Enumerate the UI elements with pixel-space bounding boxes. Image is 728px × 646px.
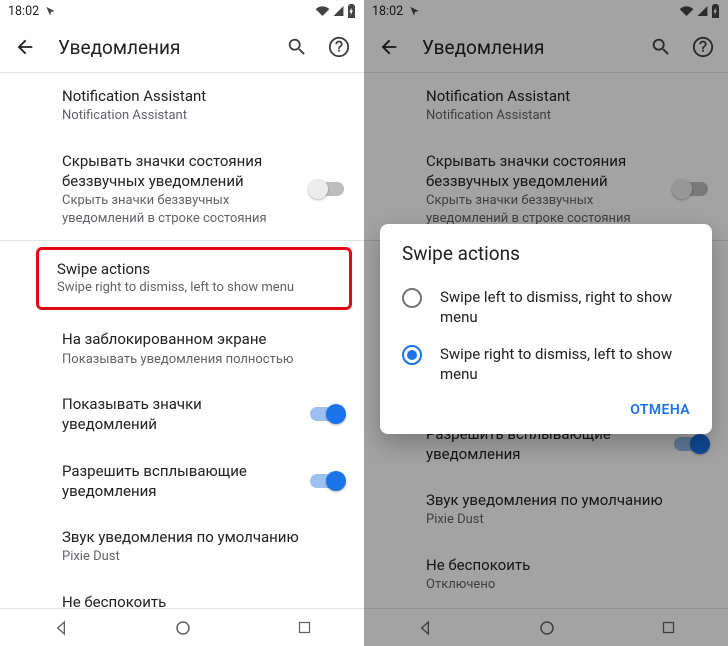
item-default-sound[interactable]: Звук уведомления по умолчанию Pixie Dust	[364, 477, 728, 542]
item-title: Не беспокоить	[62, 592, 344, 608]
item-subtitle: Скрыть значки беззвучных уведомлений в с…	[62, 192, 298, 227]
back-arrow-icon[interactable]	[14, 36, 36, 58]
item-title: Скрывать значки состояния беззвучных уве…	[62, 151, 298, 192]
phone-screen-right: 18:02 Уведомления Notification Assistant…	[364, 0, 728, 646]
wifi-icon	[679, 5, 694, 17]
cancel-button[interactable]: ОТМЕНА	[630, 402, 690, 418]
help-icon[interactable]	[692, 36, 714, 58]
item-title: Звук уведомления по умолчанию	[62, 527, 344, 547]
nav-back-icon[interactable]	[417, 620, 433, 636]
nav-home-icon[interactable]	[538, 619, 556, 637]
nav-recent-icon[interactable]	[297, 620, 312, 635]
item-do-not-disturb[interactable]: Не беспокоить Отключено	[0, 579, 364, 608]
nav-recent-icon[interactable]	[661, 620, 676, 635]
settings-list: Notification Assistant Notification Assi…	[0, 73, 364, 608]
dialog-option-swipe-right[interactable]: Swipe right to dismiss, left to show men…	[402, 336, 690, 393]
signal-icon	[333, 5, 344, 17]
battery-icon	[711, 4, 720, 18]
radio-selected-icon[interactable]	[402, 345, 422, 365]
toggle-switch-on[interactable]	[310, 407, 344, 421]
item-subtitle: Отключено	[426, 576, 708, 594]
page-title: Уведомления	[58, 36, 264, 59]
nav-back-icon[interactable]	[53, 620, 69, 636]
location-icon	[45, 6, 56, 17]
dialog-swipe-actions: Swipe actions Swipe left to dismiss, rig…	[380, 224, 712, 434]
dialog-option-swipe-left[interactable]: Swipe left to dismiss, right to show men…	[402, 279, 690, 336]
nav-home-icon[interactable]	[174, 619, 192, 637]
item-subtitle: Notification Assistant	[62, 107, 344, 125]
app-bar: Уведомления	[0, 22, 364, 72]
location-icon	[409, 6, 420, 17]
item-title: Notification Assistant	[426, 86, 708, 106]
item-notification-assistant[interactable]: Notification Assistant Notification Assi…	[364, 73, 728, 138]
option-label: Swipe right to dismiss, left to show men…	[440, 344, 690, 385]
item-subtitle: Notification Assistant	[426, 107, 708, 125]
item-subtitle: Pixie Dust	[426, 511, 708, 529]
navigation-bar	[0, 608, 364, 646]
item-title: Разрешить всплывающие уведомления	[62, 461, 298, 502]
help-icon[interactable]	[328, 36, 350, 58]
battery-icon	[347, 4, 356, 18]
toggle-switch-on[interactable]	[310, 474, 344, 488]
status-bar: 18:02	[364, 0, 728, 22]
item-title: Notification Assistant	[62, 86, 344, 106]
item-hide-silent-icons[interactable]: Скрывать значки состояния беззвучных уве…	[0, 138, 364, 241]
item-allow-popups[interactable]: Разрешить всплывающие уведомления	[0, 448, 364, 515]
wifi-icon	[315, 5, 330, 17]
toggle-switch-off[interactable]	[674, 182, 708, 196]
item-subtitle: Swipe right to dismiss, left to show men…	[57, 280, 335, 295]
radio-unselected-icon[interactable]	[402, 288, 422, 308]
item-subtitle: Скрыть значки беззвучных уведомлений в с…	[426, 192, 662, 227]
option-label: Swipe left to dismiss, right to show men…	[440, 287, 690, 328]
item-do-not-disturb[interactable]: Не беспокоить Отключено	[364, 542, 728, 607]
item-default-sound[interactable]: Звук уведомления по умолчанию Pixie Dust	[0, 514, 364, 579]
item-subtitle: Показывать уведомления полностью	[62, 351, 344, 369]
status-time: 18:02	[372, 4, 403, 19]
item-lock-screen[interactable]: На заблокированном экране Показывать уве…	[0, 316, 364, 381]
back-arrow-icon[interactable]	[378, 36, 400, 58]
item-title: Не беспокоить	[426, 555, 708, 575]
status-time: 18:02	[8, 4, 39, 19]
search-icon[interactable]	[650, 36, 672, 58]
navigation-bar	[364, 608, 728, 646]
page-title: Уведомления	[422, 36, 628, 59]
item-title: Звук уведомления по умолчанию	[426, 490, 708, 510]
item-subtitle: Pixie Dust	[62, 548, 344, 566]
search-icon[interactable]	[286, 36, 308, 58]
item-title: На заблокированном экране	[62, 329, 344, 349]
status-bar: 18:02	[0, 0, 364, 22]
item-title: Swipe actions	[57, 260, 335, 278]
item-swipe-actions-highlighted[interactable]: Swipe actions Swipe right to dismiss, le…	[36, 247, 352, 310]
item-title: Скрывать значки состояния беззвучных уве…	[426, 151, 662, 192]
toggle-switch-on[interactable]	[674, 437, 708, 451]
phone-screen-left: 18:02 Уведомления Notification Assistant…	[0, 0, 364, 646]
app-bar: Уведомления	[364, 22, 728, 72]
toggle-switch-off[interactable]	[310, 182, 344, 196]
item-notification-assistant[interactable]: Notification Assistant Notification Assi…	[0, 73, 364, 138]
signal-icon	[697, 5, 708, 17]
dialog-title: Swipe actions	[402, 242, 690, 265]
item-show-notification-icons[interactable]: Показывать значки уведомлений	[0, 381, 364, 448]
divider	[0, 240, 364, 241]
item-title: Показывать значки уведомлений	[62, 394, 298, 435]
